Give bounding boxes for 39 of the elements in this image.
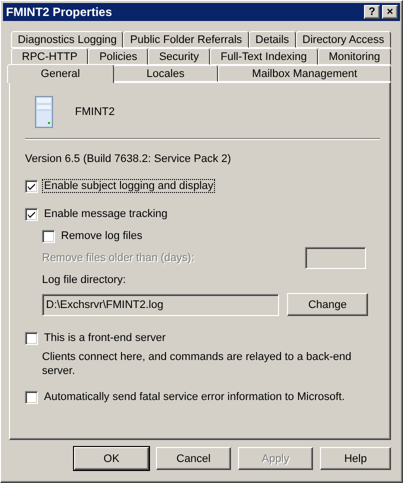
- tab[interactable]: Details: [248, 31, 296, 48]
- tab[interactable]: Diagnostics Logging: [11, 31, 124, 48]
- checkbox-label[interactable]: Automatically send fatal service error information to Microsoft.: [43, 391, 346, 403]
- checkbox-label[interactable]: This is a front-end server: [43, 332, 167, 344]
- help-button[interactable]: ?: [364, 5, 380, 19]
- checkmark-icon: [27, 210, 36, 218]
- checkbox[interactable]: [42, 230, 55, 242]
- field-label: Remove files older than (days):: [42, 252, 194, 264]
- checkbox[interactable]: [25, 390, 38, 404]
- tab[interactable]: Security: [148, 48, 210, 65]
- tab[interactable]: Full-Text Indexing: [210, 48, 318, 65]
- server-name: FMINT2: [75, 106, 115, 118]
- dialog-button[interactable]: Help: [320, 447, 391, 470]
- field-label: Log file directory:: [42, 274, 126, 286]
- tab[interactable]: Public Folder Referrals: [123, 31, 249, 48]
- dialog-button[interactable]: OK: [74, 447, 149, 470]
- tab[interactable]: Directory Access: [296, 31, 391, 48]
- tab[interactable]: Locales: [112, 65, 218, 82]
- tab[interactable]: Monitoring: [318, 48, 391, 65]
- version-text: Version 6.5 (Build 7638.2: Service Pack 2): [25, 153, 232, 165]
- checkbox-label[interactable]: Remove log files: [60, 230, 144, 242]
- close-button[interactable]: ×: [382, 5, 398, 19]
- path-field[interactable]: D:\Exchsrvr\FMINT2.log: [42, 294, 279, 316]
- checkbox-label[interactable]: Enable subject logging and display: [43, 180, 214, 192]
- checkbox[interactable]: [25, 208, 38, 220]
- description-text: Clients connect here, and commands are relayed to a back-end server.: [42, 350, 352, 378]
- tab[interactable]: Policies: [88, 48, 148, 65]
- tab[interactable]: Mailbox Management: [218, 65, 392, 82]
- checkmark-icon: [27, 182, 36, 190]
- tab[interactable]: General: [7, 64, 114, 83]
- days-field[interactable]: [305, 247, 366, 269]
- checkbox[interactable]: [25, 332, 38, 344]
- checkbox[interactable]: [25, 180, 38, 192]
- server-icon: [35, 96, 53, 128]
- checkbox-label[interactable]: Enable message tracking: [43, 208, 169, 220]
- dialog-button[interactable]: Cancel: [156, 447, 231, 470]
- tab[interactable]: RPC-HTTP: [11, 48, 88, 65]
- window-title: FMINT2 Properties: [6, 5, 114, 19]
- change-button[interactable]: Change: [287, 293, 368, 316]
